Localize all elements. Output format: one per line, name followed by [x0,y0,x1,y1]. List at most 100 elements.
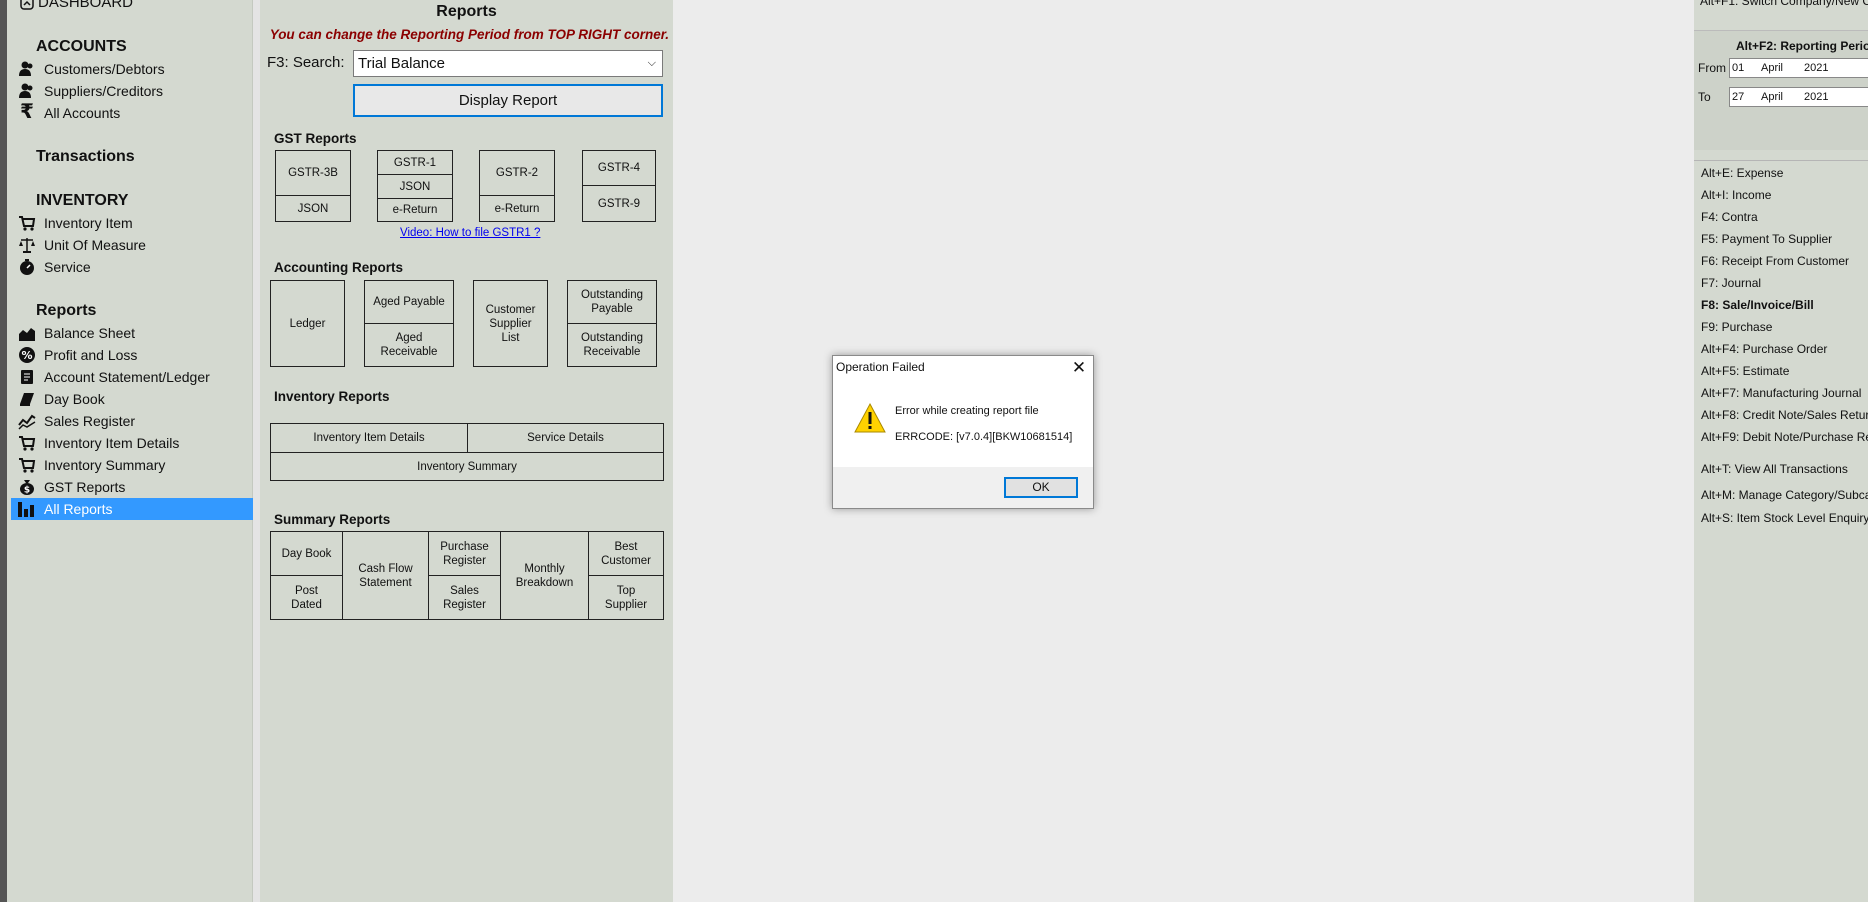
shortcut-manufacturing-journal[interactable]: Alt+F7: Manufacturing Journal [1701,382,1861,404]
line-chart-icon [18,414,36,430]
rupee-icon: ₹ [20,101,34,123]
gstr1-ereturn-button[interactable]: e-Return [377,198,453,222]
post-dated-button[interactable]: Post Dated [270,575,343,620]
inventory-item-details-button[interactable]: Inventory Item Details [270,423,468,453]
gstr1-json-button[interactable]: JSON [377,174,453,199]
shortcut-purchase[interactable]: F9: Purchase [1701,316,1772,338]
window-edge [0,0,7,902]
sidebar-item-profit-loss[interactable]: % Profit and Loss [19,344,137,366]
service-details-button[interactable]: Service Details [467,423,664,453]
reporting-period-title: Alt+F2: Reporting Perio [1736,39,1868,53]
sidebar-item-day-book[interactable]: Day Book [20,388,105,410]
sales-register-button[interactable]: Sales Register [428,575,501,620]
users-icon [19,83,33,98]
display-report-button[interactable]: Display Report [353,84,663,117]
to-date-input[interactable]: 27 April 2021 [1729,87,1868,107]
gstr2-ereturn-button[interactable]: e-Return [479,195,555,222]
shortcut-panel: Alt+F1: Switch Company/New C Alt+F2: Rep… [1694,0,1868,902]
aged-receivable-button[interactable]: Aged Receivable [364,323,454,367]
gstr9-button[interactable]: GSTR-9 [582,185,656,222]
error-code: ERRCODE: [v7.0.4][BKW10681514] [895,431,1073,443]
outstanding-receivable-button[interactable]: Outstanding Receivable [567,323,657,367]
shortcut-view-transactions[interactable]: Alt+T: View All Transactions [1701,458,1848,480]
svg-text:$: $ [24,486,30,496]
shortcut-purchase-order[interactable]: Alt+F4: Purchase Order [1701,338,1827,360]
shortcut-credit-note[interactable]: Alt+F8: Credit Note/Sales Return [1701,404,1868,426]
error-dialog: Operation Failed ✕ Error while creating … [832,355,1094,509]
inventory-summary-button[interactable]: Inventory Summary [270,452,664,481]
day-book-button[interactable]: Day Book [270,531,343,576]
shortcut-contra[interactable]: F4: Contra [1701,206,1758,228]
accounting-reports-heading: Accounting Reports [274,260,404,275]
top-supplier-button[interactable]: Top Supplier [588,575,664,620]
shortcut-sale-invoice[interactable]: F8: Sale/Invoice/Bill [1701,294,1814,316]
ledger-button[interactable]: Ledger [270,280,345,367]
area-chart-icon [19,328,35,341]
aged-payable-button[interactable]: Aged Payable [364,280,454,324]
warning-icon [854,402,886,433]
divider [1694,160,1868,161]
switch-company-shortcut[interactable]: Alt+F1: Switch Company/New C [1700,0,1868,8]
accounts-heading: ACCOUNTS [36,38,127,55]
shortcut-manage-category[interactable]: Alt+M: Manage Category/Subca [1701,484,1868,506]
sidebar-item-service[interactable]: Service [20,256,91,278]
monthly-breakdown-button[interactable]: Monthly Breakdown [500,531,589,620]
sidebar-item-suppliers[interactable]: Suppliers/Creditors [19,80,163,102]
cash-flow-statement-button[interactable]: Cash Flow Statement [342,531,429,620]
sidebar-item-inventory-summary[interactable]: Inventory Summary [19,454,165,476]
shortcut-journal[interactable]: F7: Journal [1701,272,1761,294]
scale-icon [19,238,35,253]
cart-icon [19,436,36,451]
sidebar-item-sales-register[interactable]: Sales Register [18,410,135,432]
gstr3b-button[interactable]: GSTR-3B [275,150,351,196]
divider [253,0,260,902]
gstr1-button[interactable]: GSTR-1 [377,150,453,175]
sidebar-item-all-accounts[interactable]: ₹ All Accounts [20,101,120,124]
sidebar: DASHBOARD ACCOUNTS Customers/Debtors Sup… [7,0,255,902]
reports-panel: Reports You can change the Reporting Per… [260,0,673,902]
from-date-input[interactable]: 01 April 2021 [1729,58,1868,78]
book-icon [20,393,34,406]
sidebar-item-account-statement[interactable]: Account Statement/Ledger [21,366,210,388]
shortcut-payment-supplier[interactable]: F5: Payment To Supplier [1701,228,1832,250]
report-search-dropdown[interactable]: Trial Balance ⌵ [353,50,663,77]
outstanding-payable-button[interactable]: Outstanding Payable [567,280,657,324]
purchase-register-button[interactable]: Purchase Register [428,531,501,576]
stopwatch-icon [20,259,34,275]
sidebar-item-balance-sheet[interactable]: Balance Sheet [19,322,135,344]
shortcut-estimate[interactable]: Alt+F5: Estimate [1701,360,1789,382]
inventory-heading: INVENTORY [36,192,129,209]
shortcut-stock-enquiry[interactable]: Alt+S: Item Stock Level Enquiry [1701,507,1868,529]
sidebar-item-gst-reports[interactable]: $ GST Reports [20,476,125,498]
shortcut-expense[interactable]: Alt+E: Expense [1701,162,1783,184]
to-label: To [1698,90,1711,104]
money-bag-icon: $ [20,480,34,496]
gst-reports-heading: GST Reports [274,131,357,146]
best-customer-button[interactable]: Best Customer [588,531,664,576]
gstr4-button[interactable]: GSTR-4 [582,150,656,186]
customer-supplier-list-button[interactable]: Customer Supplier List [473,280,548,367]
sidebar-item-inventory-item[interactable]: Inventory Item [19,212,133,234]
search-label: F3: Search: [267,54,345,71]
gstr3b-json-button[interactable]: JSON [275,195,351,222]
sidebar-item-inventory-item-details[interactable]: Inventory Item Details [19,432,179,454]
sidebar-transactions[interactable]: Transactions [36,148,135,166]
gstr2-button[interactable]: GSTR-2 [479,150,555,196]
shortcut-receipt-customer[interactable]: F6: Receipt From Customer [1701,250,1849,272]
summary-reports-heading: Summary Reports [274,512,391,527]
cart-icon [19,216,36,231]
gstr1-video-link[interactable]: Video: How to file GSTR1 ? [400,227,540,239]
cart-icon [19,458,36,473]
ok-button[interactable]: OK [1004,477,1078,498]
error-message: Error while creating report file [895,405,1039,417]
reporting-period-box: Alt+F2: Reporting Perio From 01 April 20… [1694,30,1868,150]
sidebar-item-customers[interactable]: Customers/Debtors [19,58,165,80]
shortcut-debit-note[interactable]: Alt+F9: Debit Note/Purchase Re [1701,426,1868,448]
sidebar-item-uom[interactable]: Unit Of Measure [19,234,146,256]
shortcut-income[interactable]: Alt+I: Income [1701,184,1771,206]
svg-text:%: % [21,349,32,362]
sidebar-item-all-reports[interactable]: All Reports [11,498,255,520]
reporting-period-notice: You can change the Reporting Period from… [269,27,669,42]
dashboard-icon [20,0,34,10]
close-icon[interactable]: ✕ [1069,358,1089,378]
